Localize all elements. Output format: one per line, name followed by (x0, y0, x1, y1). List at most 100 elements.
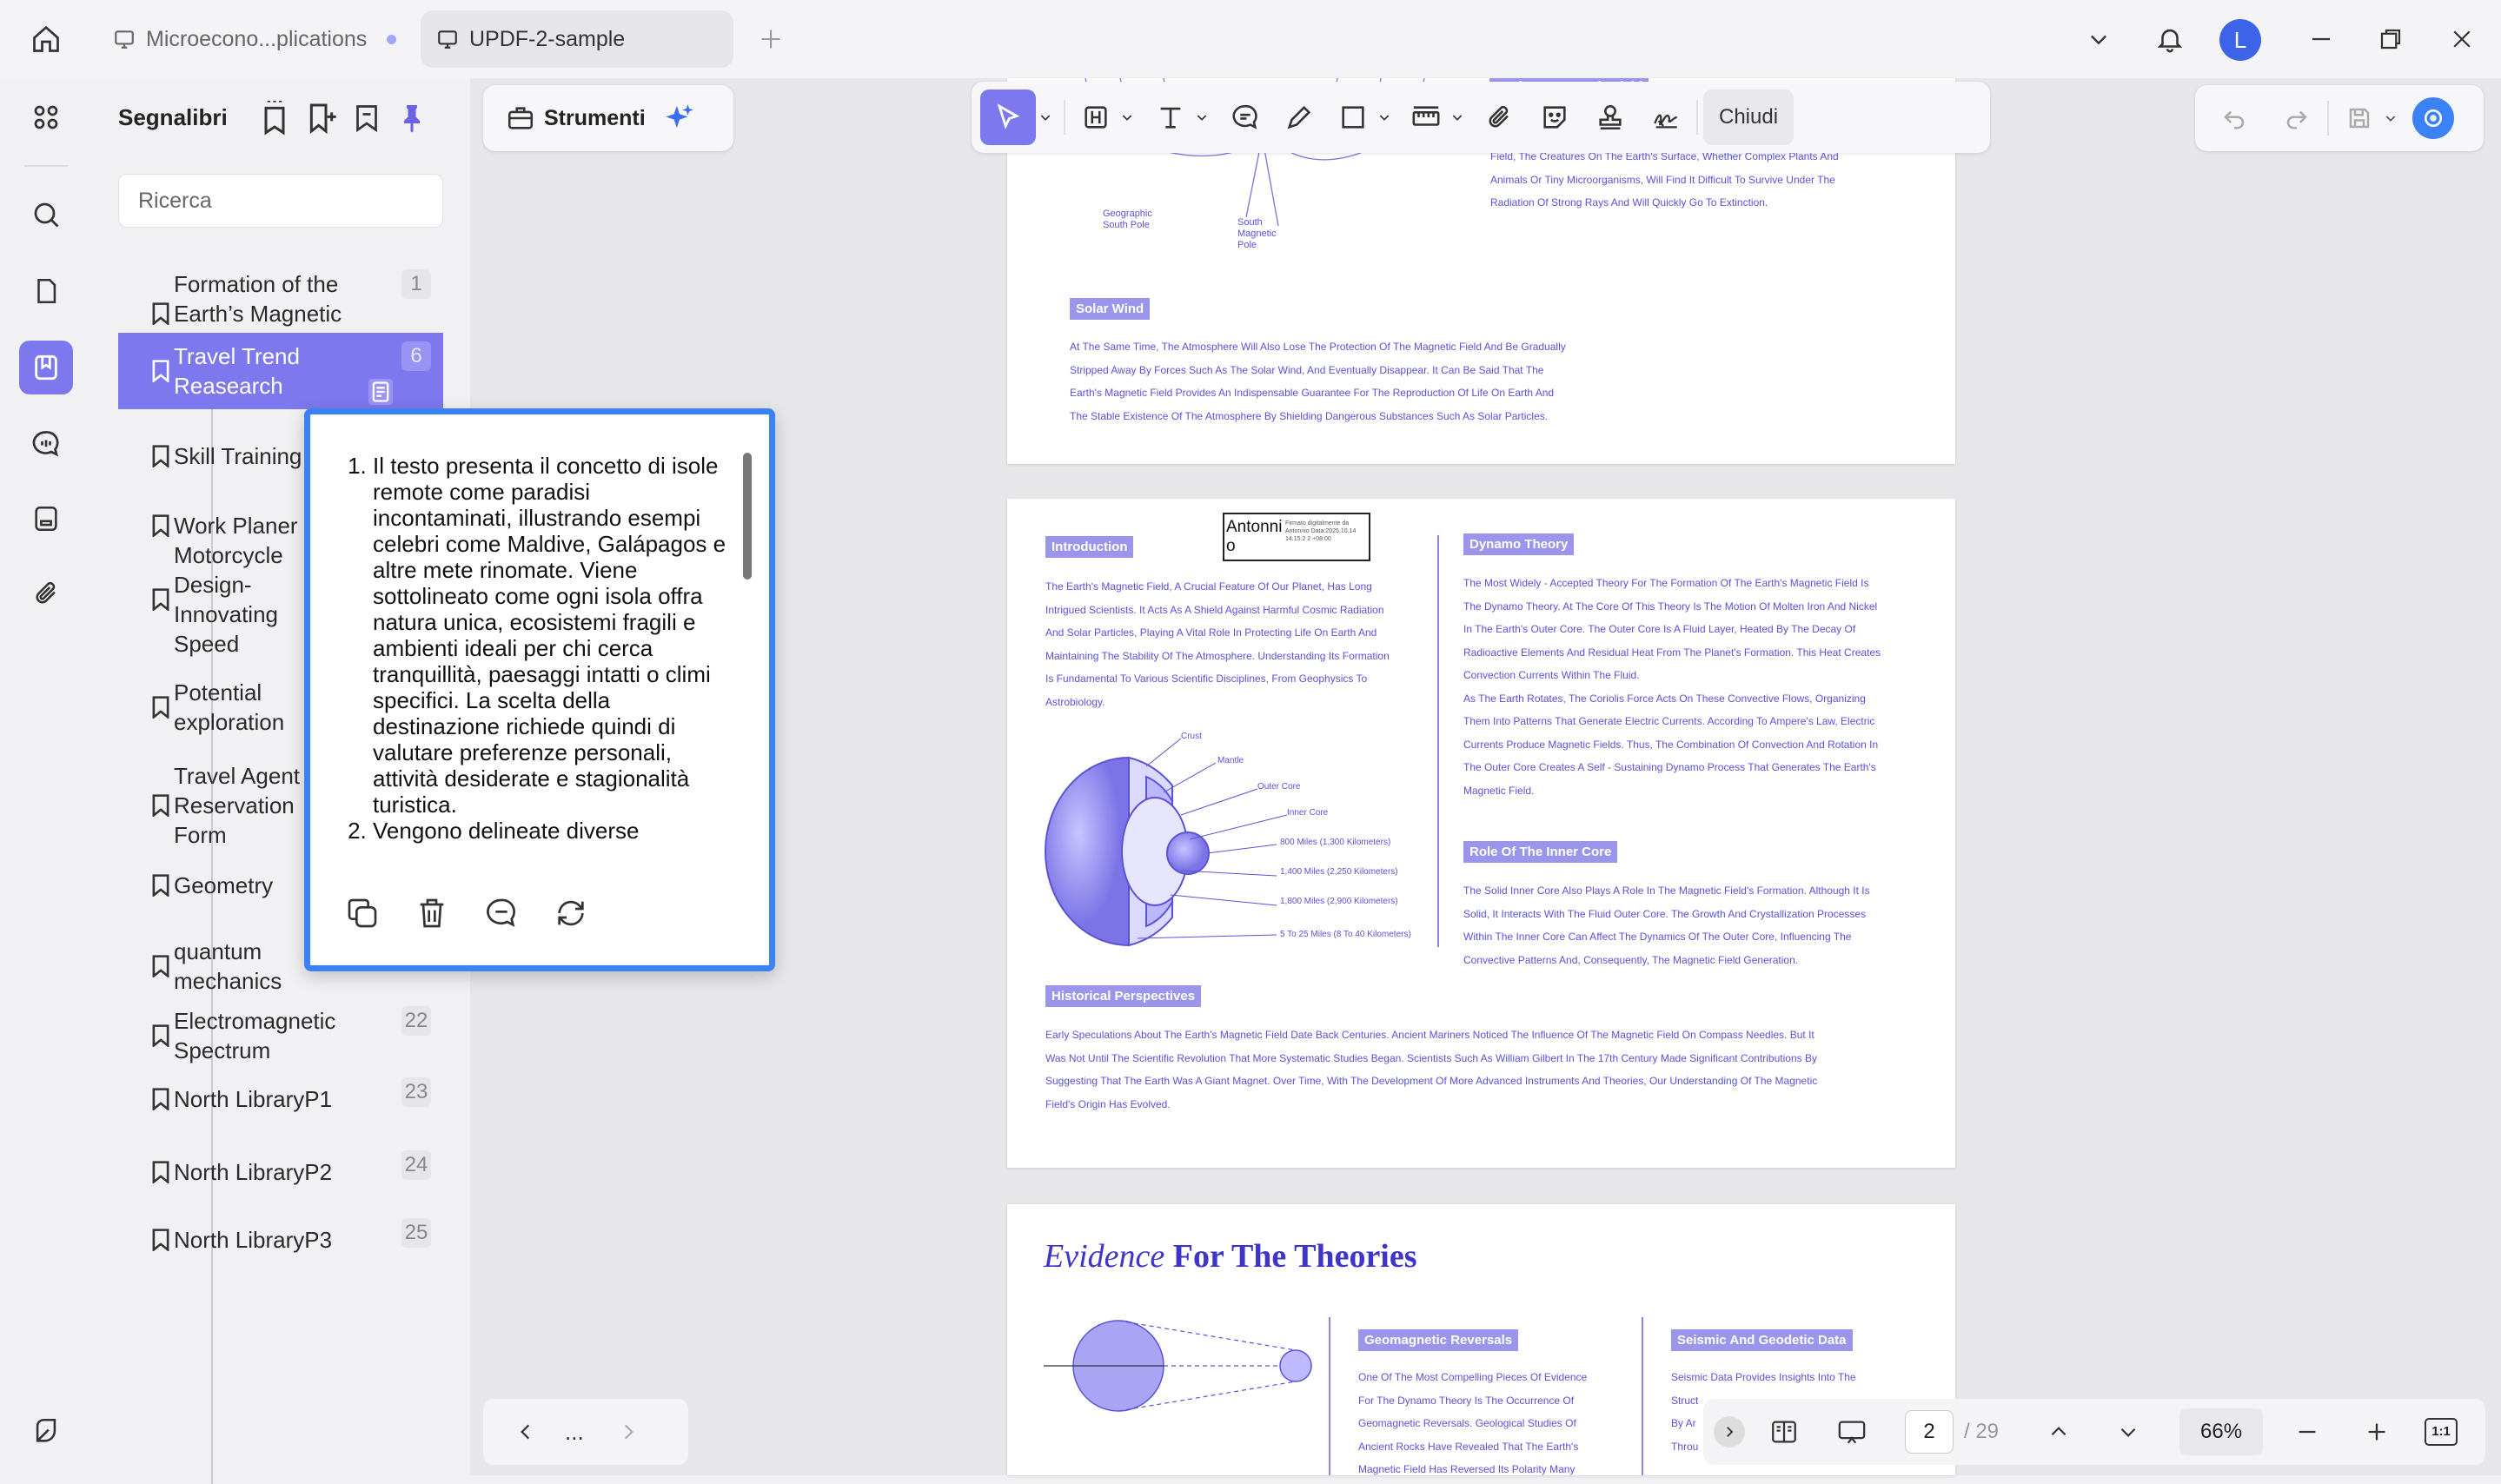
search-icon[interactable] (19, 188, 73, 242)
comment-icon[interactable] (484, 896, 519, 931)
zoom-level[interactable]: 66% (2179, 1408, 2264, 1455)
bookmark-note-icon[interactable] (368, 379, 393, 405)
bookmark-label: North LibraryP3 (174, 1227, 333, 1253)
chevron-down-icon[interactable] (1192, 96, 1211, 139)
collapse-arrow-icon[interactable] (1714, 1416, 1745, 1448)
save-icon[interactable] (2338, 96, 2381, 140)
comments-icon[interactable] (19, 417, 73, 471)
bookmark-label: Motorcycle Design- Innovating Speed (174, 542, 283, 657)
close-tools-button[interactable]: Chiudi (1703, 89, 1794, 145)
bookmark-label: Electromagnetic Spectrum (174, 1008, 336, 1063)
regenerate-icon[interactable] (554, 896, 588, 931)
add-bookmark-sparkle-icon[interactable] (257, 99, 292, 137)
bookmark-item[interactable]: North LibraryP3 25 (118, 1209, 443, 1270)
bookmark-label: Travel Agent Reservation Form (174, 763, 301, 848)
copy-icon[interactable] (345, 896, 380, 931)
bookmark-icon (152, 874, 169, 897)
bookmark-ai-popup[interactable]: Il testo presenta il concetto di isole r… (304, 408, 775, 971)
select-cursor-icon[interactable] (980, 89, 1036, 145)
text-line: In The Earth's Outer Core. The Outer Cor… (1463, 623, 1856, 635)
rectangle-icon[interactable] (1331, 96, 1375, 139)
presentation-icon[interactable] (1830, 1410, 1874, 1454)
tools-button[interactable]: Strumenti (544, 106, 646, 131)
attachment-icon[interactable] (19, 566, 73, 620)
chevron-down-icon[interactable] (2381, 96, 2400, 140)
bookmark-item[interactable]: North LibraryP1 23 (118, 1069, 443, 1130)
actual-size-button[interactable]: 1:1 (2425, 1418, 2458, 1446)
delete-icon[interactable] (415, 896, 449, 931)
highlight-icon[interactable] (1074, 96, 1118, 139)
bookmark-item[interactable]: Travel Trend Reasearch 6 (118, 333, 443, 409)
bell-icon[interactable] (2150, 19, 2190, 59)
undo-icon[interactable] (2212, 96, 2256, 140)
tab-microeconomics[interactable]: Microecono...plications (97, 10, 415, 68)
chevron-down-icon[interactable] (2079, 19, 2119, 59)
redo-icon[interactable] (2275, 96, 2319, 140)
chevron-down-icon[interactable] (1118, 96, 1137, 139)
form-fields-icon[interactable] (19, 492, 73, 546)
pencil-icon[interactable] (1277, 96, 1321, 139)
bookmark-item[interactable]: North LibraryP2 24 (118, 1142, 443, 1202)
popup-list-item: Vengono delineate diverse (373, 818, 729, 844)
bookmark-page-number: 1 (401, 269, 431, 299)
attach-file-icon[interactable] (1477, 96, 1521, 139)
chevron-down-icon[interactable] (1448, 96, 1467, 139)
thumbnails-icon[interactable] (19, 90, 73, 144)
bookmarks-icon[interactable] (19, 341, 73, 394)
text-tool-icon[interactable] (1149, 96, 1192, 139)
restore-icon[interactable] (2371, 19, 2411, 59)
next-page-icon[interactable] (2106, 1410, 2150, 1454)
popup-scrollbar[interactable] (743, 453, 752, 580)
chevron-down-icon[interactable] (1036, 96, 1055, 139)
avatar[interactable]: L (2219, 19, 2261, 61)
label-geo-south: Geographic South Pole (1103, 209, 1152, 230)
text-line: Solid, It Interacts With The Fluid Outer… (1463, 907, 1867, 920)
avatar-letter: L (2233, 26, 2247, 53)
text-line: Intrigued Scientists. It Acts As A Shiel… (1045, 603, 1384, 616)
bookmark-label: quantum mechanics (174, 938, 282, 994)
ai-assistant-icon[interactable] (2412, 97, 2454, 139)
close-window-icon[interactable] (2442, 19, 2482, 59)
measure-icon[interactable] (1404, 96, 1448, 139)
popup-text: Il testo presenta il concetto di isole r… (333, 453, 729, 866)
tab-updf-2-sample[interactable]: UPDF-2-sample (421, 10, 733, 68)
zoom-out-icon[interactable] (2285, 1410, 2329, 1454)
para-introduction: The Earth's Magnetic Field, A Crucial Fe… (1045, 575, 1390, 713)
popup-list: Il testo presenta il concetto di isole r… (333, 453, 729, 844)
minimize-icon[interactable] (2301, 19, 2341, 59)
text-line: Suggesting That The Earth Was A Giant Ma… (1045, 1075, 1818, 1087)
prev-page-icon[interactable] (2037, 1410, 2080, 1454)
para-solar-wind: At The Same Time, The Atmosphere Will Al… (1070, 335, 1566, 427)
pages-icon[interactable] (19, 264, 73, 318)
zoom-in-icon[interactable] (2355, 1410, 2398, 1454)
bookmark-icon (152, 1161, 169, 1183)
signature-field[interactable]: Antonnio Firmato digitalmente da Antonni… (1223, 513, 1370, 561)
stamp-icon[interactable] (1589, 96, 1632, 139)
page-number-input[interactable]: 2 (1905, 1410, 1954, 1454)
prev-arrow-icon[interactable] (504, 1410, 547, 1454)
more-button[interactable]: ... (565, 1419, 584, 1446)
bookmark-list-icon[interactable] (351, 103, 382, 134)
pin-icon[interactable] (396, 103, 428, 134)
total-pages: / 29 (1964, 1420, 2000, 1443)
home-icon[interactable] (26, 19, 66, 59)
sticker-icon[interactable] (1533, 96, 1576, 139)
signature-icon[interactable] (1644, 96, 1688, 139)
chevron-down-icon[interactable] (1375, 96, 1394, 139)
toolbox-icon[interactable] (499, 96, 542, 140)
text-line: As The Earth Rotates, The Coriolis Force… (1463, 692, 1866, 705)
panel-title: Segnalibri (118, 104, 228, 130)
ai-sparkle-icon[interactable] (658, 96, 701, 140)
page-layout-icon[interactable] (1762, 1410, 1806, 1454)
column-divider (1642, 1317, 1643, 1475)
add-bookmark-icon[interactable] (304, 101, 339, 136)
bookmark-item[interactable]: Electromagnetic Spectrum 22 (118, 997, 443, 1074)
label-inner-core: Inner Core (1287, 808, 1329, 818)
settings-leaf-icon[interactable] (19, 1404, 73, 1458)
text-line: The Most Widely - Accepted Theory For Th… (1463, 577, 1869, 589)
comment-icon[interactable] (1224, 96, 1267, 139)
bookmark-icon (152, 794, 169, 817)
next-arrow-icon[interactable] (607, 1410, 650, 1454)
search-input[interactable]: Ricerca (118, 174, 443, 228)
new-tab-plus-icon[interactable] (751, 19, 791, 59)
